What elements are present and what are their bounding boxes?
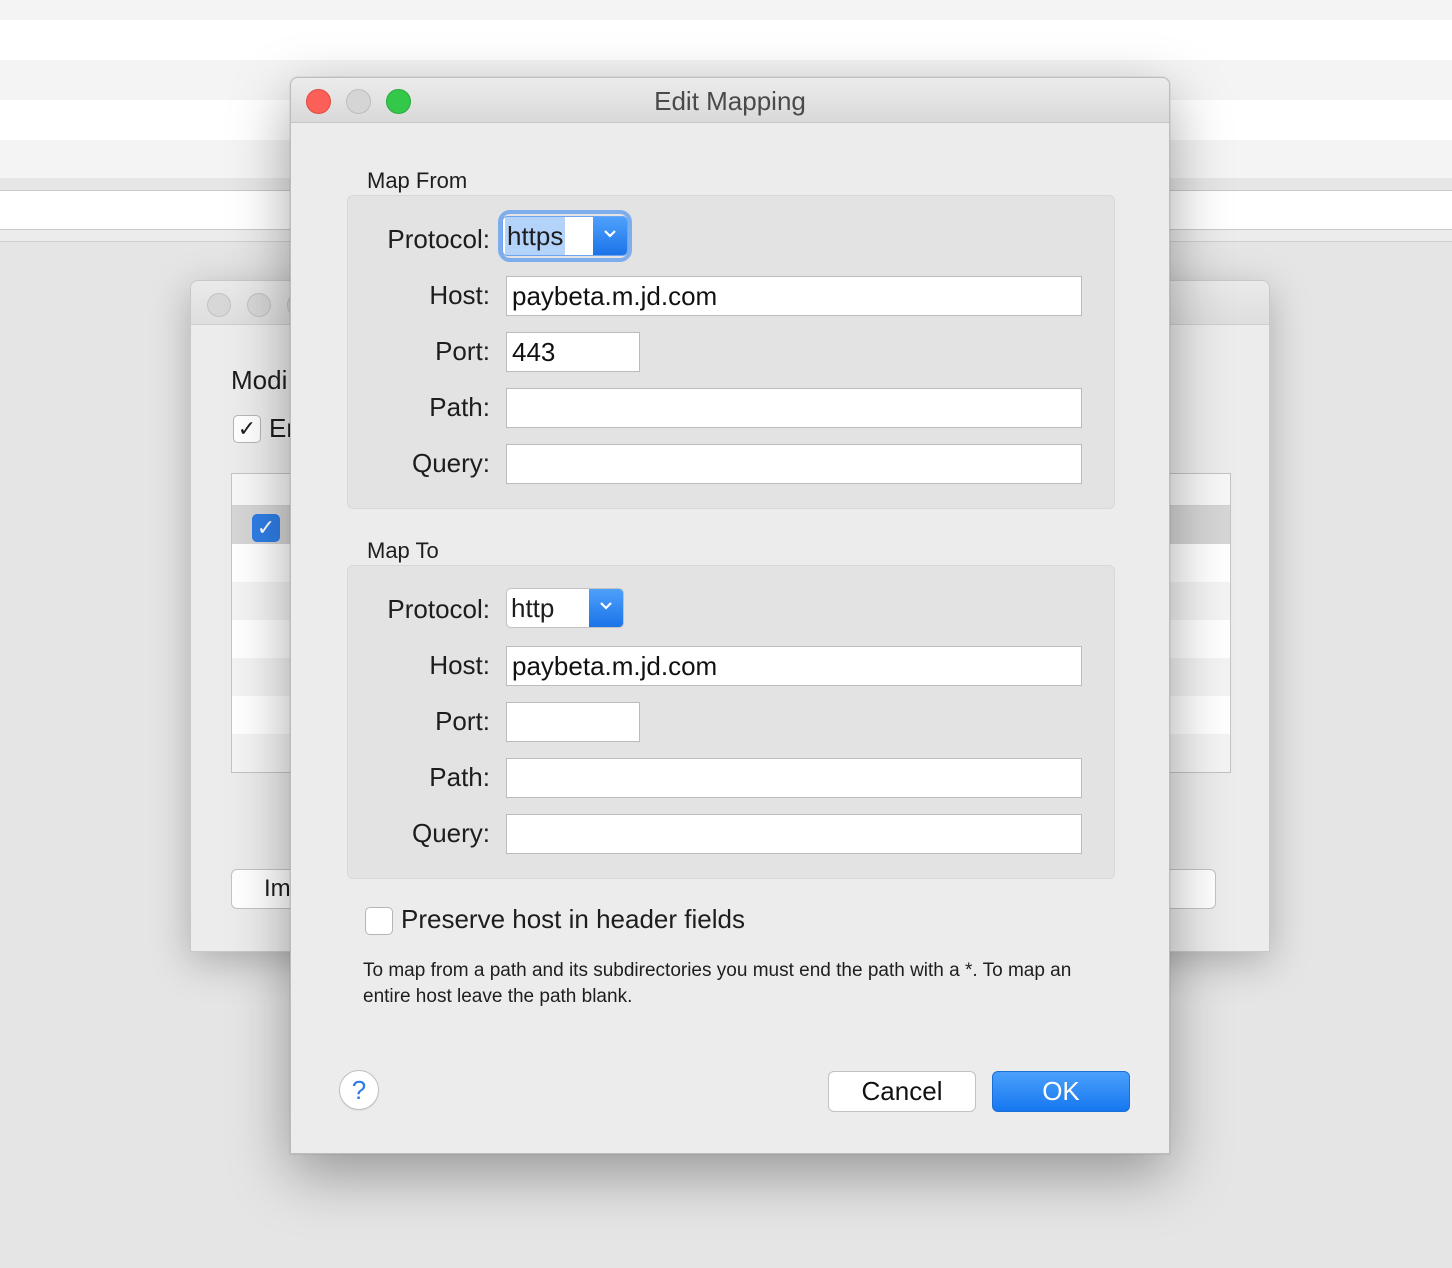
to-port-label: Port: (435, 706, 490, 736)
to-query-label: Query: (411, 818, 490, 848)
map-to-label: Map To (367, 538, 439, 563)
ok-button[interactable]: OK (992, 1071, 1130, 1112)
to-protocol-popup[interactable]: http (506, 588, 624, 628)
parent-dialog-heading: Modi (231, 365, 288, 395)
background-row (0, 20, 1452, 60)
to-protocol-label: Protocol: (387, 594, 490, 624)
chevron-down-icon[interactable] (589, 589, 623, 627)
cancel-button[interactable]: Cancel (828, 1071, 976, 1112)
from-protocol-value: https (505, 217, 566, 255)
from-protocol-popup[interactable]: https (502, 216, 628, 256)
from-port-field[interactable]: 443 (506, 332, 640, 372)
edit-mapping-dialog: Edit Mapping Map From Protocol: https Ho… (290, 77, 1170, 1154)
preserve-host-label[interactable]: Preserve host in header fields (401, 904, 745, 935)
to-host-label: Host: (429, 650, 490, 680)
parent-enable-checkbox[interactable]: ✓ (233, 415, 261, 443)
from-protocol-label: Protocol: (387, 224, 490, 254)
to-port-field[interactable] (506, 702, 640, 742)
chevron-down-icon[interactable] (593, 217, 627, 255)
help-button[interactable]: ? (339, 1070, 379, 1110)
preserve-host-checkbox[interactable] (365, 907, 393, 935)
from-query-label: Query: (411, 448, 490, 478)
to-protocol-value: http (511, 593, 555, 623)
from-host-field[interactable]: paybeta.m.jd.com (506, 276, 1082, 316)
from-host-label: Host: (429, 280, 490, 310)
to-path-field[interactable] (506, 758, 1082, 798)
to-host-field[interactable]: paybeta.m.jd.com (506, 646, 1082, 686)
map-from-label: Map From (367, 168, 468, 193)
map-to-group: Protocol: http Host: paybeta.m.jd.com Po… (347, 565, 1115, 879)
parent-dialog-button[interactable] (1166, 869, 1216, 909)
map-from-group: Protocol: https Host: paybeta.m.jd.com P… (347, 195, 1115, 509)
from-path-field[interactable] (506, 388, 1082, 428)
help-note: To map from a path and its subdirectorie… (363, 960, 1072, 1007)
close-button-inactive[interactable] (207, 293, 231, 317)
row-enabled-checkbox[interactable]: ✓ (252, 514, 280, 542)
to-path-label: Path: (429, 762, 490, 792)
from-port-label: Port: (435, 336, 490, 366)
to-query-field[interactable] (506, 814, 1082, 854)
from-path-label: Path: (429, 392, 490, 422)
dialog-title: Edit Mapping (654, 86, 806, 116)
from-query-field[interactable] (506, 444, 1082, 484)
dialog-titlebar: Edit Mapping (291, 78, 1169, 123)
minimize-button-inactive[interactable] (247, 293, 271, 317)
